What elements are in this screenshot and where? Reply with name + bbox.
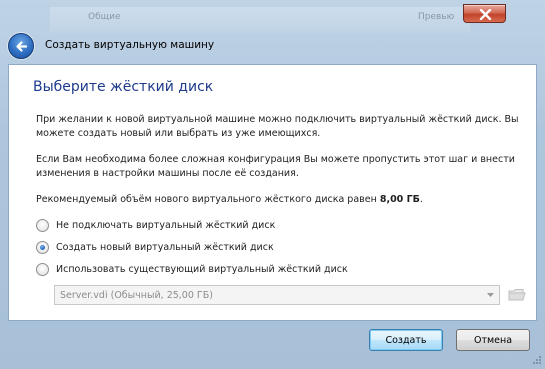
description-line: При желании к новой виртуальной машине м… — [36, 114, 519, 125]
window-title: Создать виртуальную машину — [45, 39, 215, 51]
advanced-config-line: изменения в настройки машины после её со… — [36, 168, 299, 179]
option-existing-disk[interactable]: Использовать существующий виртуальный жё… — [36, 262, 348, 276]
radio-create-disk[interactable] — [36, 240, 49, 254]
description-paragraph: При желании к новой виртуальной машине м… — [36, 113, 536, 141]
folder-icon — [508, 289, 526, 301]
close-icon — [479, 9, 492, 20]
titlebar: Создать виртуальную машину — [0, 28, 545, 64]
option-label-create-disk: Создать новый виртуальный жёсткий диск — [56, 241, 274, 253]
page-heading: Выберите жёсткий диск — [33, 79, 214, 95]
wizard-page: Выберите жёсткий диск При желании к ново… — [8, 64, 537, 321]
back-button[interactable] — [8, 33, 34, 59]
choose-disk-file-button[interactable] — [507, 286, 527, 304]
back-arrow-icon — [16, 41, 28, 52]
option-create-disk[interactable]: Создать новый виртуальный жёсткий диск — [36, 240, 274, 254]
advanced-config-line: Если Вам необходима более сложная конфиг… — [36, 154, 515, 165]
close-button[interactable] — [463, 4, 506, 23]
background-hint-general: Общие — [88, 12, 121, 22]
option-no-disk[interactable]: Не подключать виртуальный жёсткий диск — [36, 218, 275, 232]
create-button[interactable]: Создать — [369, 329, 443, 351]
existing-disk-combobox[interactable]: Server.vdi (Обычный, 25,00 ГБ) — [54, 285, 500, 305]
cancel-button[interactable]: Отмена — [456, 329, 530, 351]
recommended-size-value: 8,00 ГБ — [379, 194, 420, 205]
recommended-size-label: Рекомендуемый объём нового виртуального … — [36, 194, 377, 205]
advanced-config-paragraph: Если Вам необходима более сложная конфиг… — [36, 153, 536, 181]
radio-existing-disk[interactable] — [36, 262, 49, 276]
size-grip-icon[interactable] — [532, 355, 542, 365]
option-label-existing-disk: Использовать существующий виртуальный жё… — [56, 263, 348, 275]
option-label-no-disk: Не подключать виртуальный жёсткий диск — [56, 219, 276, 231]
radio-no-disk[interactable] — [36, 218, 49, 232]
window-frame: Общие Превью Создать виртуальную машину … — [0, 0, 545, 369]
description-line: можете создать новый или выбрать из уже … — [36, 128, 321, 139]
combo-arrow-icon[interactable] — [482, 286, 499, 304]
existing-disk-selected: Server.vdi (Обычный, 25,00 ГБ) — [60, 289, 213, 301]
recommended-size-text: Рекомендуемый объём нового виртуального … — [36, 193, 536, 207]
recommended-size-suffix: . — [419, 194, 423, 205]
background-hint-preview: Превью — [418, 12, 455, 22]
